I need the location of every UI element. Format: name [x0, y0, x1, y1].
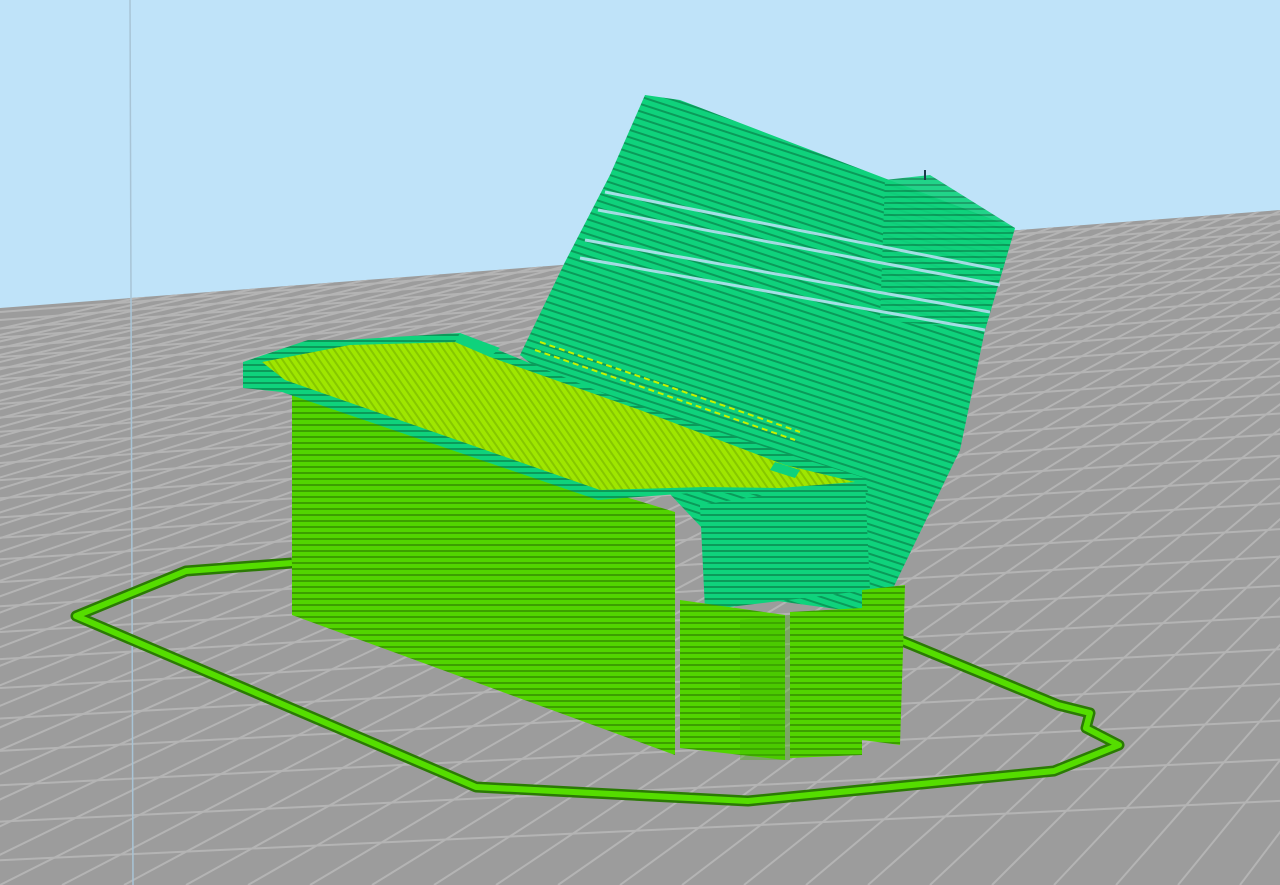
3d-preview-viewport[interactable]: [0, 0, 1280, 885]
print-preview-scene[interactable]: [0, 0, 1280, 885]
